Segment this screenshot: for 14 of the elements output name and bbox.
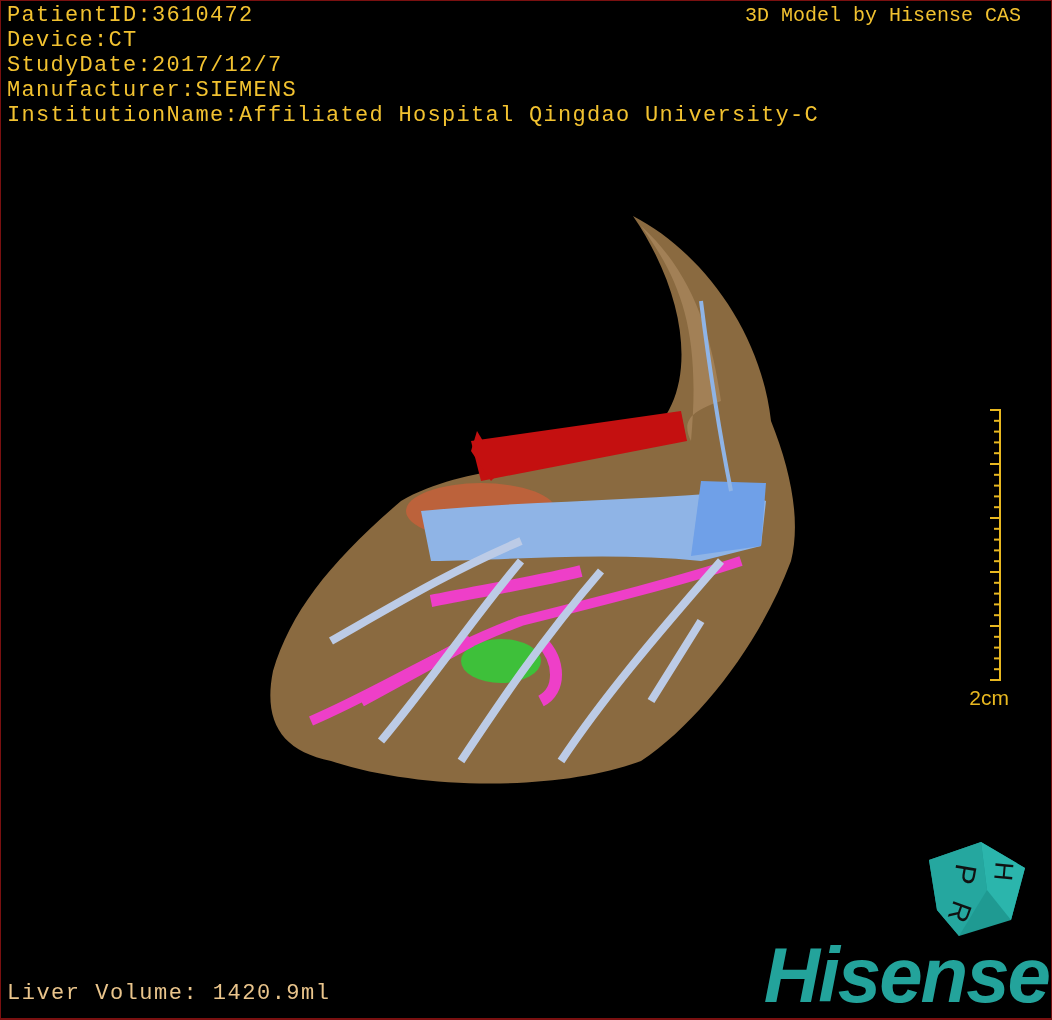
study-info-text: InstitutionName:Affiliated Hospital Qingdao University-C [7,103,821,128]
model-credit-text: 3D Model by Hisense CAS [744,3,1021,28]
cube-face-letter: R [941,897,978,927]
cube-face-letter: P [947,861,984,887]
cube-face-letter: H [988,860,1020,883]
liver-volume-text: Liver Volume: 1420.9ml [7,981,331,1006]
study-info-text: Device:CT [7,28,139,53]
study-info-text: PatientID:3610472 [7,3,254,28]
orientation-cube[interactable] [929,842,1025,936]
scale-bar-label: 2cm [969,686,1009,710]
3d-viewport[interactable]: PatientID:3610472 3D Model by Hisense CAS Device:CT StudyDate:2017/12/7 Manufacturer:SIEMENS InstitutionName:Affiliated Hospital Qingdao University-C 2cm Liver Volume: 1420.9ml P H R Hisense [0,0,1052,1020]
study-info-text: StudyDate:2017/12/7 [7,53,284,78]
brand-logo: Hisense [763,938,1049,1012]
study-info-text: Manufacturer:SIEMENS [7,78,299,103]
